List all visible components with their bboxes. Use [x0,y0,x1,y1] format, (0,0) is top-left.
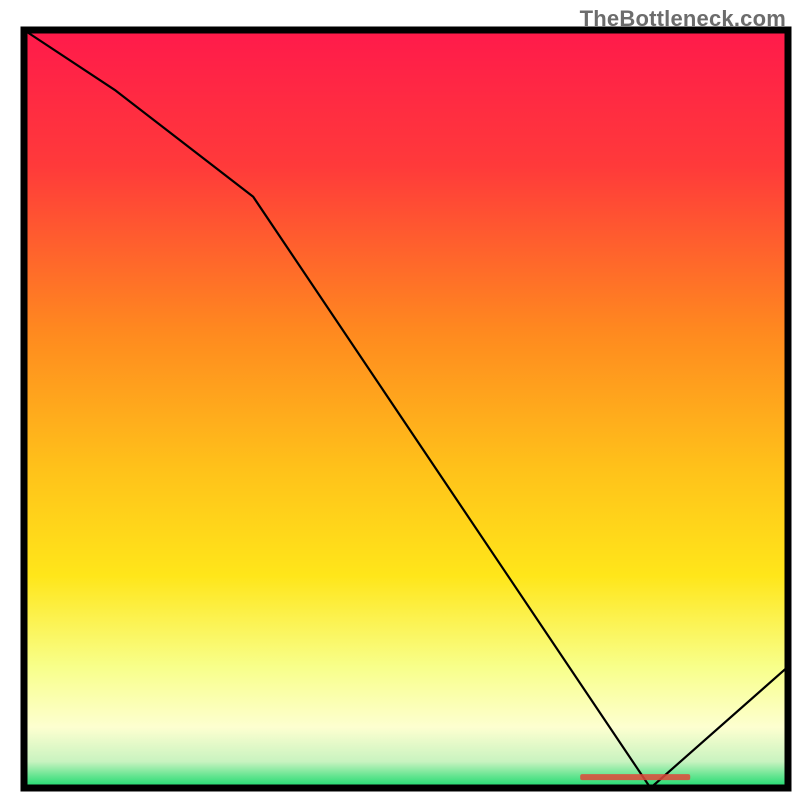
valley-marker [580,774,690,780]
chart-container: TheBottleneck.com [0,0,800,800]
watermark-text: TheBottleneck.com [580,6,786,32]
plot-background [24,30,788,788]
bottleneck-chart [0,0,800,800]
